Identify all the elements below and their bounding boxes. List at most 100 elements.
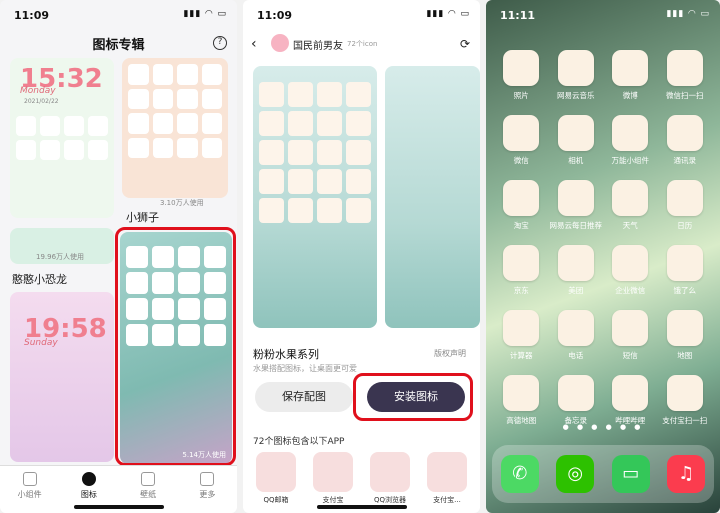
app-item[interactable]: 支付宝 xyxy=(310,452,356,505)
phone-icon xyxy=(557,310,594,346)
app-calculator[interactable]: 计算器 xyxy=(494,310,549,361)
jd-icon xyxy=(503,245,540,281)
more-icon xyxy=(200,472,215,486)
app-wechat[interactable]: 微信 xyxy=(494,115,549,166)
app-notes[interactable]: 备忘录 xyxy=(549,375,604,426)
author-name[interactable]: 国民前男友 xyxy=(293,37,343,52)
camera-icon xyxy=(557,115,594,151)
app-maps[interactable]: 地图 xyxy=(658,310,713,361)
screen-home: 11:11 ▮▮▮ ◠ ▭ 照片 网易云音乐 微博 微信扫一扫 微信 相机 万能… xyxy=(486,0,720,513)
status-bar: 11:09 ▮▮▮ ◠ ▭ xyxy=(0,0,237,26)
page-title: 图标专辑 xyxy=(92,38,145,53)
status-time: 11:09 xyxy=(14,9,50,22)
usage-count: 19.96万人使用 xyxy=(36,253,85,261)
music-icon xyxy=(557,50,594,86)
app-meituan[interactable]: 美团 xyxy=(549,245,604,296)
app-alipay-scan[interactable]: 支付宝扫一扫 xyxy=(658,375,713,426)
home-indicator xyxy=(73,505,164,509)
question-circle-icon[interactable]: ? xyxy=(213,36,227,50)
status-time: 11:09 xyxy=(257,9,293,22)
back-chevron-icon[interactable]: ‹ xyxy=(251,36,257,52)
album-title[interactable]: 憨憨小恐龙 xyxy=(12,271,67,287)
album-card-1[interactable]: 15:32 Monday 2021/02/22 xyxy=(10,58,114,218)
tab-label: 壁纸 xyxy=(140,490,157,499)
icon-preview-grid xyxy=(122,58,228,164)
app-amap[interactable]: 高德地图 xyxy=(494,375,549,426)
card-day: Monday xyxy=(20,86,56,96)
messages-icon xyxy=(612,310,649,346)
refresh-icon[interactable]: ⟳ xyxy=(460,37,470,51)
status-icons: ▮▮▮ ◠ ▭ xyxy=(426,9,470,19)
app-jd[interactable]: 京东 xyxy=(494,245,549,296)
messages-icon[interactable]: ▭ xyxy=(611,455,650,493)
app-phone[interactable]: 电话 xyxy=(549,310,604,361)
preview-phone-2[interactable] xyxy=(385,66,480,328)
card-date: 2021/02/22 xyxy=(24,98,59,105)
music-icon[interactable]: ♫ xyxy=(667,455,706,493)
bilibili-icon xyxy=(612,375,649,411)
app-bilibili[interactable]: 哔哩哔哩 xyxy=(603,375,658,426)
app-widgets[interactable]: 万能小组件 xyxy=(603,115,658,166)
widget-icon xyxy=(612,115,649,151)
status-bar: 11:11 ▮▮▮ ◠ ▭ xyxy=(486,0,720,26)
album-card-4[interactable]: 19:58 Sunday xyxy=(10,292,114,462)
app-item[interactable]: 支付宝... xyxy=(424,452,470,505)
app-weibo[interactable]: 微博 xyxy=(603,50,658,101)
dock: ✆ ◎ ▭ ♫ xyxy=(492,445,714,503)
icon-preview-grid xyxy=(253,76,377,229)
wechat-icon[interactable]: ◎ xyxy=(556,455,595,493)
image-icon xyxy=(141,472,156,486)
tab-label: 更多 xyxy=(199,490,216,499)
taobao-icon xyxy=(503,180,540,216)
app-messages[interactable]: 短信 xyxy=(603,310,658,361)
usage-count: 3.10万人使用 xyxy=(160,199,204,207)
card-day: Sunday xyxy=(24,338,58,348)
app-taobao[interactable]: 淘宝 xyxy=(494,180,549,231)
wechat-icon xyxy=(503,115,540,151)
app-wecom[interactable]: 企业微信 xyxy=(603,245,658,296)
screen-icon-detail: 11:09 ▮▮▮ ◠ ▭ ‹ 国民前男友 72个icon ⟳ 粉粉水果系列 版… xyxy=(243,0,480,513)
tab-label: 图标 xyxy=(80,490,97,499)
contacts-icon xyxy=(666,115,703,151)
app-netease-daily[interactable]: 网易云每日推荐 xyxy=(549,180,604,231)
album-card-2[interactable] xyxy=(122,58,228,198)
app-photos[interactable]: 照片 xyxy=(494,50,549,101)
avatar[interactable] xyxy=(271,34,289,52)
page-dots[interactable]: ● ● ● ● ● ● xyxy=(486,423,720,431)
album-card-3[interactable]: 19.96万人使用 xyxy=(10,228,114,264)
save-wallpaper-button[interactable]: 保存配图 xyxy=(255,382,353,412)
map-icon xyxy=(666,310,703,346)
wecom-icon xyxy=(612,245,649,281)
app-contacts[interactable]: 通讯录 xyxy=(658,115,713,166)
widget-icon xyxy=(22,472,37,486)
daily-icon xyxy=(557,180,594,216)
app-item[interactable]: QQ浏览器 xyxy=(367,452,413,505)
app-wechat-scan[interactable]: 微信扫一扫 xyxy=(658,50,713,101)
app-calendar[interactable]: 日历 xyxy=(658,180,713,231)
photos-icon xyxy=(503,50,540,86)
phone-icon[interactable]: ✆ xyxy=(500,455,539,493)
tab-label: 小组件 xyxy=(17,490,42,499)
tab-widgets[interactable]: 小组件 xyxy=(0,466,59,513)
eleme-icon xyxy=(666,245,703,281)
app-weather[interactable]: 天气 xyxy=(603,180,658,231)
app-eleme[interactable]: 饿了么 xyxy=(658,245,713,296)
album-title[interactable]: 小狮子 xyxy=(126,209,159,225)
preview-phone-1[interactable] xyxy=(253,66,377,328)
app-netease-music[interactable]: 网易云音乐 xyxy=(549,50,604,101)
alipay-scan-icon xyxy=(666,375,703,411)
status-icons: ▮▮▮ ◠ ▭ xyxy=(666,9,710,19)
home-indicator xyxy=(316,505,407,509)
scan-icon xyxy=(666,50,703,86)
alipay-icon xyxy=(313,452,353,492)
copyright-link[interactable]: 版权声明 xyxy=(434,348,466,359)
tab-more[interactable]: 更多 xyxy=(178,466,237,513)
apps-heading: 72个图标包含以下APP xyxy=(253,437,345,447)
app-icon-row: QQ邮箱 支付宝 QQ浏览器 支付宝... xyxy=(253,452,470,505)
screen-icon-albums: 11:09 ▮▮▮ ◠ ▭ 图标专辑 ? 15:32 Monday 2021/0… xyxy=(0,0,237,513)
app-item[interactable]: QQ邮箱 xyxy=(253,452,299,505)
app-camera[interactable]: 相机 xyxy=(549,115,604,166)
highlight-box xyxy=(115,227,236,466)
weibo-icon xyxy=(612,50,649,86)
home-app-grid: 照片 网易云音乐 微博 微信扫一扫 微信 相机 万能小组件 通讯录 淘宝 网易云… xyxy=(494,50,712,426)
